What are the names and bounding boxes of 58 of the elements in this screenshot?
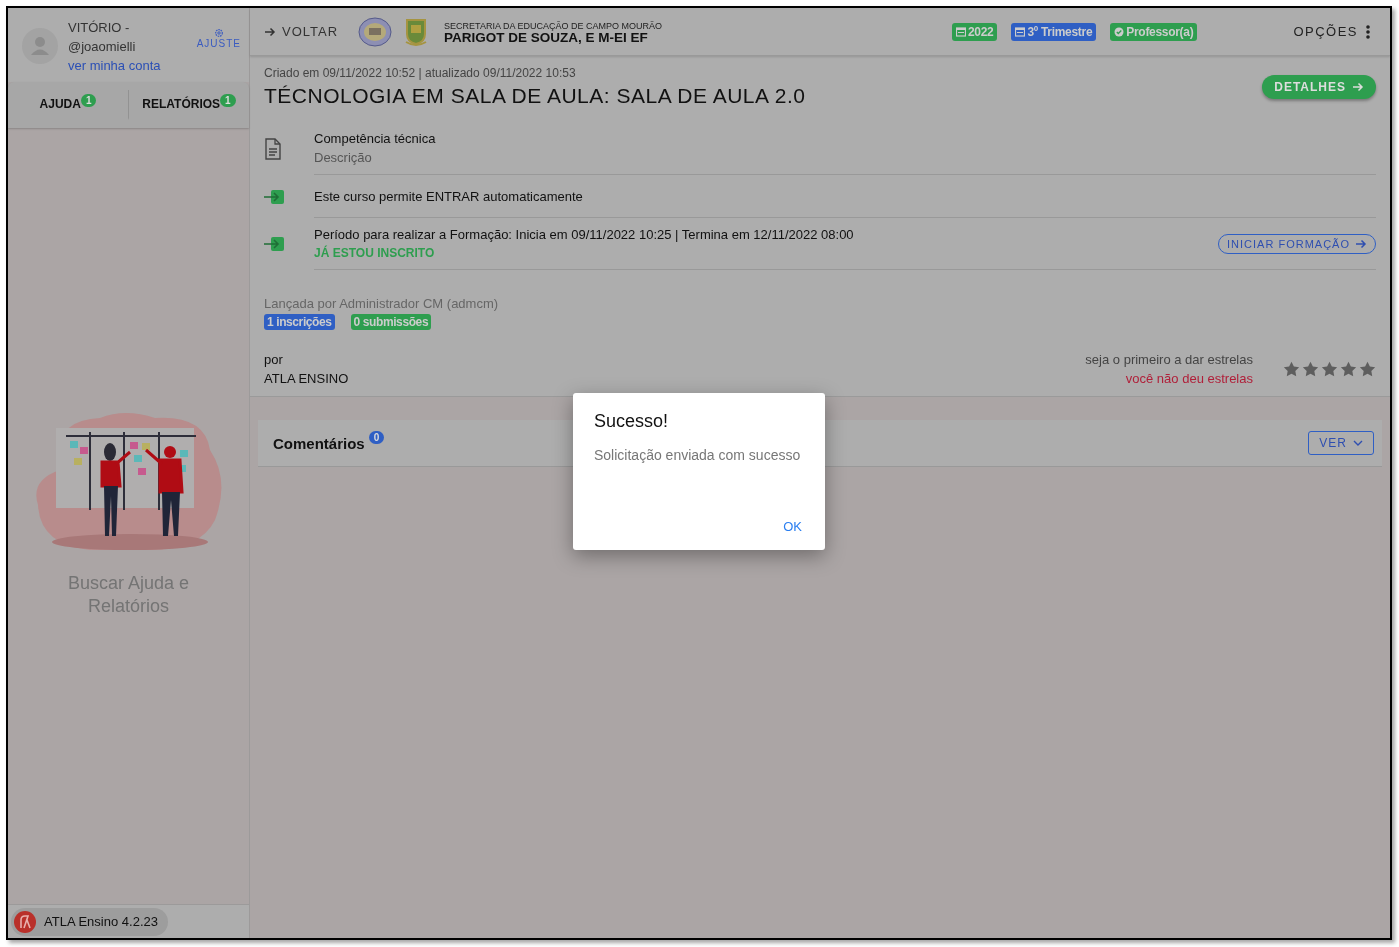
calendar-icon: [955, 26, 966, 37]
info-text: Período para realizar a Formação: Inicia em 09/11/2022 10:25 | Termina em 12/11/2022 08:00: [314, 227, 855, 242]
user-handle: @joaomielli: [68, 38, 137, 56]
enter-icon: [264, 188, 285, 205]
view-button[interactable]: VER: [1308, 431, 1374, 455]
rating-prompt: seja o primeiro a dar estrelas: [1085, 352, 1253, 367]
count-badge: 0 submissões: [350, 314, 432, 330]
ok-button[interactable]: OK: [781, 519, 804, 534]
version-text: ATLA Ensino 4.2.23: [44, 914, 158, 929]
school-name: PARIGOT DE SOUZA, E M-EI EF: [444, 31, 649, 44]
calendar-icon: [1015, 26, 1026, 37]
course-meta: Criado em 09/11/2022 10:52 | atualizado 09/11/2022 10:53: [264, 66, 577, 80]
user-name: VITÓRIO -: [68, 19, 131, 37]
school-subtitle: SECRETARIA DA EDUCAÇÃO DE CAMPO MOURÃO: [444, 19, 662, 32]
arrow-right-icon: [1352, 81, 1364, 93]
context-chip: 2022: [951, 22, 998, 41]
settings-icon: [213, 28, 224, 38]
sidebar-tab[interactable]: RELATÓRIOS 1: [128, 90, 249, 120]
dialog-message: Solicitação enviada com sucesso: [594, 446, 802, 465]
enter-icon: [264, 236, 285, 252]
star-icon: [1340, 361, 1357, 377]
author-name: ATLA ENSINO: [264, 371, 350, 386]
rating-status: você não deu estrelas: [1125, 371, 1253, 386]
star-icon: [1283, 361, 1300, 377]
count-badge: 0: [368, 430, 385, 444]
back-button[interactable]: VOLTAR: [264, 24, 339, 39]
arrow-right-icon: [1355, 237, 1367, 250]
settings-button[interactable]: AJUSTE: [196, 28, 241, 49]
star-icon: [1321, 361, 1338, 377]
launched-by: Lançada por Administrador CM (admcm): [264, 296, 500, 311]
info-text: Competência técnica: [314, 131, 437, 146]
dialog-title: Sucesso!: [594, 411, 670, 432]
count-badge: 1 inscrições: [264, 314, 335, 330]
arrow-right-icon: [264, 25, 276, 38]
avatar-icon: [22, 28, 58, 64]
options-button[interactable]: OPÇÕES: [1287, 23, 1376, 40]
logo-icon: [14, 910, 36, 933]
info-subtitle: Descrição: [314, 150, 373, 165]
sidebar-tab[interactable]: AJUDA 1: [8, 90, 128, 120]
course-title: TÉCNOLOGIA EM SALA DE AULA: SALA DE AULA 2.0: [264, 84, 806, 108]
document-icon: [264, 137, 282, 160]
comments-title: Comentários: [273, 434, 365, 452]
star-rating[interactable]: [1283, 361, 1376, 377]
more-icon: [1366, 24, 1370, 39]
star-icon: [1302, 361, 1319, 377]
details-button[interactable]: DETALHES: [1262, 75, 1376, 99]
chevron-down-icon: [1353, 439, 1363, 447]
count-badge: 1: [80, 93, 97, 107]
count-badge: 1: [220, 93, 236, 107]
by-label: por: [264, 352, 284, 367]
emblem-icon: [358, 16, 393, 47]
account-link[interactable]: ver minha conta: [68, 56, 187, 75]
enrolled-status: JÁ ESTOU INSCRITO: [314, 246, 436, 260]
star-icon: [1359, 361, 1376, 377]
check-circle-icon: [1114, 26, 1125, 37]
context-chip: Professor(a): [1110, 22, 1198, 41]
info-text: Este curso permite ENTRAR automaticamente: [314, 188, 584, 204]
context-chip: 3º Trimestre: [1011, 22, 1097, 41]
